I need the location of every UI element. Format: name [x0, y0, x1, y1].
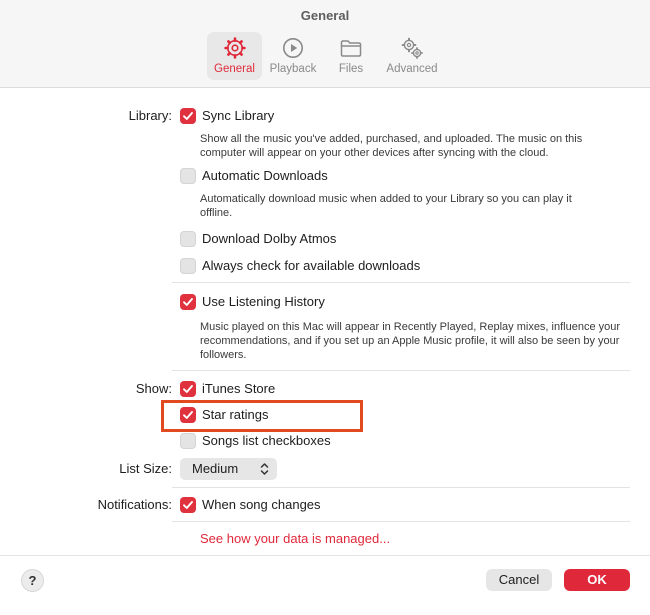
divider [172, 282, 630, 283]
help-button[interactable]: ? [21, 569, 44, 592]
sync-library-checkbox[interactable] [180, 108, 196, 124]
toolbar: General General Playback Files Advanced [0, 0, 650, 88]
divider [172, 370, 630, 371]
list-size-value: Medium [192, 461, 239, 476]
songs-list-checkboxes-checkbox[interactable] [180, 433, 196, 449]
automatic-downloads-checkbox[interactable] [180, 168, 196, 184]
show-label: Show: [135, 381, 172, 396]
listening-history-checkbox[interactable] [180, 294, 196, 310]
listening-history-label: Use Listening History [202, 294, 325, 309]
automatic-downloads-description: Automatically download music when added … [200, 193, 572, 219]
divider [172, 521, 630, 522]
itunes-store-checkbox[interactable] [180, 381, 196, 397]
sync-library-description: Show all the music you've added, purchas… [200, 133, 583, 159]
ok-button[interactable]: OK [564, 569, 630, 591]
cancel-button[interactable]: Cancel [486, 569, 552, 591]
checkmark-icon [183, 112, 193, 120]
folder-icon [340, 40, 362, 57]
sync-library-label: Sync Library [202, 108, 275, 123]
footer-divider [0, 555, 650, 556]
itunes-store-label: iTunes Store [202, 381, 276, 396]
data-management-link[interactable]: See how your data is managed... [200, 531, 390, 546]
when-song-changes-label: When song changes [202, 497, 321, 512]
when-song-changes-checkbox[interactable] [180, 497, 196, 513]
tab-files[interactable]: Files [330, 32, 372, 80]
tab-advanced[interactable]: Advanced [382, 32, 442, 80]
listening-history-description: Music played on this Mac will appear in … [200, 321, 621, 361]
checkmark-icon [183, 501, 193, 509]
library-label: Library: [128, 108, 172, 123]
checkmark-icon [183, 298, 193, 306]
tab-advanced-label: Advanced [386, 63, 438, 75]
notifications-label: Notifications: [97, 497, 172, 512]
divider [172, 487, 630, 488]
always-check-downloads-label: Always check for available downloads [202, 258, 421, 273]
highlight-box [161, 400, 363, 432]
download-dolby-atmos-label: Download Dolby Atmos [202, 231, 337, 246]
tab-playback[interactable]: Playback [264, 32, 322, 80]
window-title: General [300, 8, 350, 23]
always-check-downloads-checkbox[interactable] [180, 258, 196, 274]
tab-general[interactable]: General [207, 32, 262, 80]
gear-icon [223, 37, 246, 59]
download-dolby-atmos-checkbox[interactable] [180, 231, 196, 247]
chevron-up-down-icon [260, 463, 269, 475]
checkmark-icon [183, 385, 193, 393]
list-size-popup[interactable]: Medium [180, 458, 277, 480]
tab-playback-label: Playback [269, 63, 317, 75]
tab-general-label: General [214, 63, 255, 75]
list-size-label: List Size: [119, 461, 172, 476]
play-circle-icon [283, 38, 303, 58]
tab-files-label: Files [338, 63, 364, 75]
automatic-downloads-label: Automatic Downloads [202, 168, 328, 183]
general-settings-window: General General Playback Files Advanced … [0, 0, 650, 615]
gears-icon [401, 37, 423, 59]
songs-list-checkboxes-label: Songs list checkboxes [202, 433, 331, 448]
